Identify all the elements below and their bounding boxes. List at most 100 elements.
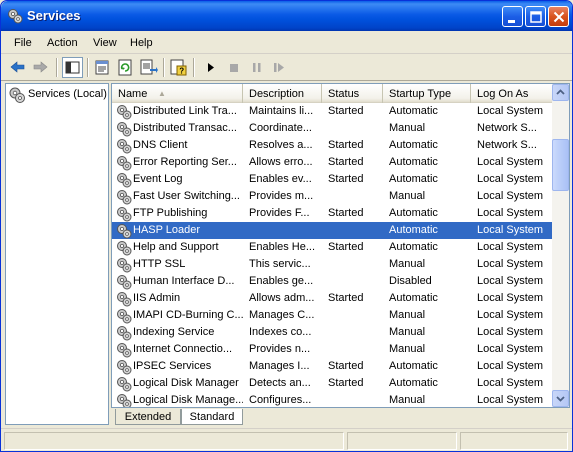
service-description: Provides n... — [249, 343, 311, 355]
table-row[interactable]: Logical Disk Manage... Configures... Manua… — [112, 392, 552, 407]
table-row[interactable]: HASP Loader Automatic Local System — [112, 222, 552, 239]
service-startup-type: Manual — [389, 394, 426, 406]
scroll-thumb[interactable] — [552, 139, 569, 191]
maximize-button[interactable] — [525, 6, 546, 27]
table-row[interactable]: Internet Connectio... Provides n... Manual… — [112, 341, 552, 358]
service-gear-icon — [116, 155, 132, 171]
service-startup-type: Automatic — [389, 292, 438, 304]
service-log-on-as: Local System — [477, 394, 544, 406]
service-status: Started — [328, 207, 364, 219]
service-gear-icon — [116, 189, 132, 205]
svg-text:?: ? — [179, 67, 184, 76]
service-log-on-as: Local System — [477, 207, 544, 219]
service-startup-type: Automatic — [389, 241, 438, 253]
service-startup-type: Automatic — [389, 207, 438, 219]
table-row[interactable]: Error Reporting Ser... Allows erro... Star… — [112, 154, 552, 171]
service-description: Allows erro... — [249, 156, 313, 168]
list-rows: Distributed Link Tra... Maintains li... St… — [112, 103, 552, 407]
vertical-scrollbar[interactable] — [552, 84, 569, 407]
service-description: This servic... — [249, 258, 311, 270]
menu-file[interactable]: File — [14, 37, 32, 49]
pause-service-icon[interactable] — [246, 57, 267, 78]
service-description: Indexes co... — [249, 326, 312, 338]
restart-service-icon[interactable] — [269, 57, 290, 78]
service-startup-type: Automatic — [389, 105, 438, 117]
service-description: Resolves a... — [249, 139, 313, 151]
refresh-icon[interactable] — [115, 57, 136, 78]
menu-action[interactable]: Action — [47, 37, 78, 49]
title-bar[interactable]: Services — [1, 1, 572, 31]
column-header-name[interactable]: Name ▲ — [112, 84, 243, 103]
close-button[interactable] — [548, 6, 569, 27]
tab-standard[interactable]: Standard — [181, 409, 243, 425]
service-gear-icon — [116, 172, 132, 188]
service-log-on-as: Local System — [477, 360, 544, 372]
back-arrow-icon[interactable] — [7, 57, 28, 78]
service-startup-type: Automatic — [389, 224, 438, 236]
service-name: Internet Connectio... — [133, 343, 233, 355]
service-description: Provides m... — [249, 190, 314, 202]
service-gear-icon — [116, 376, 132, 392]
export-list-icon[interactable] — [138, 57, 159, 78]
service-description: Allows adm... — [249, 292, 315, 304]
service-description: Provides F... — [249, 207, 310, 219]
service-name: Logical Disk Manager — [133, 377, 239, 389]
service-startup-type: Disabled — [389, 275, 432, 287]
status-segment — [347, 432, 457, 450]
service-status: Started — [328, 241, 364, 253]
service-startup-type: Manual — [389, 326, 426, 338]
service-startup-type: Automatic — [389, 156, 438, 168]
show-hide-tree-icon[interactable] — [62, 57, 83, 78]
service-startup-type: Automatic — [389, 360, 438, 372]
table-row[interactable]: Distributed Transac... Coordinate... Manua… — [112, 120, 552, 137]
properties-icon[interactable] — [92, 57, 113, 78]
table-row[interactable]: Distributed Link Tra... Maintains li... St… — [112, 103, 552, 120]
service-log-on-as: Local System — [477, 190, 544, 202]
service-name: Help and Support — [133, 241, 219, 253]
console-tree: Services (Local) — [5, 83, 109, 425]
service-status: Started — [328, 377, 364, 389]
service-name: DNS Client — [133, 139, 188, 151]
service-name: HASP Loader — [133, 224, 201, 236]
table-row[interactable]: Logical Disk Manager Detects an... Started… — [112, 375, 552, 392]
help-icon[interactable]: ? — [168, 57, 189, 78]
service-name: Fast User Switching... — [133, 190, 240, 202]
menu-view[interactable]: View — [93, 37, 117, 49]
service-status: Started — [328, 360, 364, 372]
start-service-icon[interactable] — [200, 57, 221, 78]
service-gear-icon — [116, 257, 132, 273]
table-row[interactable]: IMAPI CD-Burning C... Manages C... Manual L… — [112, 307, 552, 324]
table-row[interactable]: IPSEC Services Manages I... Started Automat… — [112, 358, 552, 375]
column-header-label: Name — [118, 88, 148, 100]
table-row[interactable]: Help and Support Enables He... Started Auto… — [112, 239, 552, 256]
column-header-label: Status — [328, 88, 360, 100]
table-row[interactable]: Indexing Service Indexes co... Manual Local… — [112, 324, 552, 341]
table-row[interactable]: Fast User Switching... Provides m... Manua… — [112, 188, 552, 205]
service-log-on-as: Local System — [477, 173, 544, 185]
minimize-button[interactable] — [502, 6, 523, 27]
stop-service-icon[interactable] — [223, 57, 244, 78]
column-header-status[interactable]: Status — [322, 84, 383, 103]
column-header-label: Description — [249, 88, 305, 100]
table-row[interactable]: Event Log Enables ev... Started Automatic Lo… — [112, 171, 552, 188]
forward-arrow-icon[interactable] — [30, 57, 51, 78]
service-gear-icon — [116, 342, 132, 358]
services-gear-icon — [7, 8, 23, 24]
table-row[interactable]: FTP Publishing Provides F... Started Automa… — [112, 205, 552, 222]
menu-help[interactable]: Help — [130, 37, 153, 49]
services-list: Name ▲ Description Status Startup Type L… — [111, 83, 570, 408]
scroll-up-button[interactable] — [552, 84, 569, 101]
service-description: Maintains li... — [249, 105, 314, 117]
scroll-down-button[interactable] — [552, 390, 569, 407]
table-row[interactable]: Human Interface D... Enables ge... Disable… — [112, 273, 552, 290]
table-row[interactable]: HTTP SSL This servic... Manual Local System — [112, 256, 552, 273]
table-row[interactable]: IIS Admin Allows adm... Started Automatic Lo… — [112, 290, 552, 307]
tab-extended[interactable]: Extended — [115, 409, 181, 425]
table-row[interactable]: DNS Client Resolves a... Started Automatic N… — [112, 137, 552, 154]
column-header-description[interactable]: Description — [243, 84, 322, 103]
service-description: Manages C... — [249, 309, 315, 321]
column-header-startup-type[interactable]: Startup Type — [383, 84, 471, 103]
service-status: Started — [328, 292, 364, 304]
service-description: Enables He... — [249, 241, 316, 253]
column-header-log-on-as[interactable]: Log On As — [471, 84, 552, 103]
